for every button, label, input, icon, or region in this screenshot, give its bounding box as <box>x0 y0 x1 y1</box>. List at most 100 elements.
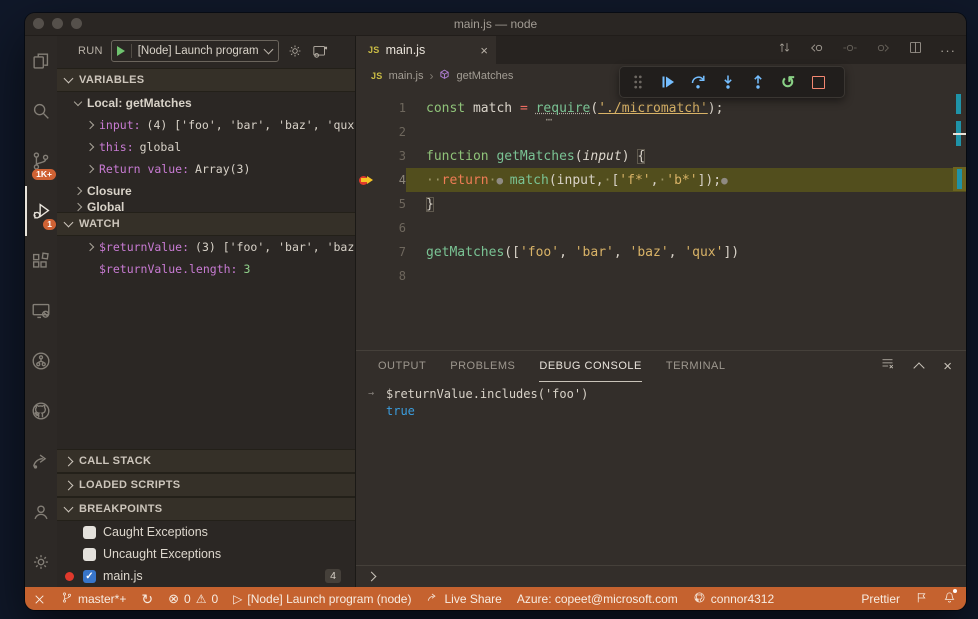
prettier-item[interactable]: Prettier <box>861 592 900 606</box>
feedback-item[interactable] <box>915 591 928 607</box>
breakpoint-row-caught-exceptions[interactable]: Caught Exceptions <box>57 521 355 543</box>
settings-gear-icon[interactable] <box>25 537 57 587</box>
continue-button[interactable] <box>656 70 680 94</box>
step-over-button[interactable] <box>686 70 710 94</box>
code-line-8[interactable]: 8 <box>356 264 966 288</box>
debug-launch-item[interactable]: ▷ [Node] Launch program (node) <box>233 592 411 606</box>
variable-row[interactable]: $returnValue.length: 3 <box>57 258 355 280</box>
breakpoint-gutter[interactable] <box>356 144 378 168</box>
breakpoint-gutter[interactable] <box>356 264 378 288</box>
code-line-2[interactable]: 2 <box>356 120 966 144</box>
variables-header-label: VARIABLES <box>79 74 145 86</box>
checkbox-unchecked[interactable] <box>83 525 96 539</box>
checkbox-unchecked[interactable] <box>83 547 96 561</box>
pull-requests-icon[interactable] <box>25 336 57 386</box>
code-editor[interactable]: 1const match = require('./micromatch');2… <box>356 88 966 350</box>
console-prompt-icon <box>366 571 377 582</box>
scope-row[interactable]: Closure <box>57 180 355 202</box>
search-icon[interactable] <box>25 86 57 136</box>
launch-config-dropdown[interactable]: [Node] Launch program <box>110 40 279 62</box>
call-stack-section-header[interactable]: CALL STACK <box>57 449 355 473</box>
variables-rows: Local: getMatches input: (4) ['foo', 'bar… <box>57 92 355 212</box>
ruler-mark <box>956 94 961 114</box>
stop-button[interactable] <box>806 70 830 94</box>
close-tab-icon[interactable]: × <box>480 44 488 57</box>
variable-row[interactable]: input: (4) ['foo', 'bar', 'baz', 'qux'] <box>57 114 355 136</box>
scope-row[interactable]: Local: getMatches <box>57 92 355 114</box>
variables-section-header[interactable]: VARIABLES <box>57 68 355 92</box>
editor-group: JS main.js × ··· ↺ JS main.js › getMatch… <box>356 36 966 587</box>
breakpoint-gutter[interactable] <box>356 216 378 240</box>
current-statement-breakpoint-icon[interactable] <box>356 168 378 192</box>
debug-toolbar[interactable]: ↺ <box>619 66 845 98</box>
step-back-icon[interactable] <box>809 40 825 61</box>
tab-output[interactable]: OUTPUT <box>378 351 426 382</box>
tab-debug-console[interactable]: DEBUG CONSOLE <box>539 351 642 382</box>
checkbox-checked[interactable]: ✓ <box>83 569 96 583</box>
code-line-3[interactable]: 3 function getMatches(input) { <box>356 144 966 168</box>
problems-item[interactable]: ⊗ 0 ⚠ 0 <box>168 591 218 607</box>
drag-grip-icon[interactable] <box>626 70 650 94</box>
github-user-item[interactable]: connor4312 <box>693 591 774 607</box>
variable-row[interactable]: Return value: Array(3) <box>57 158 355 180</box>
live-share-icon[interactable] <box>25 436 57 486</box>
code-line-1[interactable]: 1const match = require('./micromatch'); <box>356 96 966 126</box>
javascript-file-icon: JS <box>371 71 383 81</box>
more-actions-icon[interactable]: ··· <box>940 43 956 58</box>
debug-console-input[interactable] <box>356 565 966 587</box>
remote-explorer-icon[interactable] <box>25 286 57 336</box>
github-icon[interactable] <box>25 386 57 436</box>
breakpoint-row-main-js[interactable]: ✓ main.js 4 <box>57 565 355 587</box>
extensions-icon[interactable] <box>25 236 57 286</box>
code-line-6[interactable]: 6 <box>356 216 966 240</box>
step-forward-icon[interactable] <box>875 40 891 61</box>
scope-row[interactable]: Global <box>57 202 355 212</box>
code-token: , <box>650 172 659 188</box>
breakpoint-gutter[interactable] <box>356 192 378 216</box>
maximize-panel-icon[interactable] <box>913 361 925 374</box>
breakpoint-gutter[interactable] <box>356 240 378 264</box>
close-panel-icon[interactable]: × <box>943 359 952 374</box>
open-debug-console-icon[interactable] <box>311 43 328 60</box>
variable-row[interactable]: $returnValue: (3) ['foo', 'bar', 'baz'] <box>57 236 355 258</box>
breadcrumb-symbol[interactable]: getMatches <box>456 70 513 82</box>
variable-row[interactable]: this: global <box>57 136 355 158</box>
overview-ruler[interactable] <box>953 88 966 350</box>
step-into-button[interactable] <box>716 70 740 94</box>
restart-button[interactable]: ↺ <box>776 70 800 94</box>
loaded-scripts-section-header[interactable]: LOADED SCRIPTS <box>57 473 355 497</box>
breakpoints-section-header[interactable]: BREAKPOINTS <box>57 497 355 521</box>
breadcrumb-file[interactable]: main.js <box>389 70 424 82</box>
explorer-icon[interactable] <box>25 36 57 86</box>
remote-indicator[interactable] <box>33 593 46 606</box>
debug-console-output[interactable]: → $returnValue.includes('foo') true <box>356 381 966 565</box>
configure-gear-icon[interactable] <box>287 43 303 59</box>
azure-account-item[interactable]: Azure: copeet@microsoft.com <box>517 592 678 606</box>
title-bar[interactable]: main.js — node <box>25 13 966 36</box>
breakpoint-row-uncaught-exceptions[interactable]: Uncaught Exceptions <box>57 543 355 565</box>
tab-main-js[interactable]: JS main.js × <box>356 36 496 64</box>
watch-section-header[interactable]: WATCH <box>57 212 355 236</box>
reverse-continue-icon[interactable] <box>842 40 858 61</box>
run-and-debug-icon[interactable]: 1 <box>25 186 57 236</box>
start-debug-icon[interactable] <box>116 46 125 56</box>
step-out-button[interactable] <box>746 70 770 94</box>
split-editor-icon[interactable] <box>908 40 923 60</box>
code-line-4[interactable]: 4 ·· return · ● match(input, ·['f*', ·'b*']); ● <box>356 168 966 192</box>
sync-changes-item[interactable]: ↻ <box>141 591 153 608</box>
tab-terminal[interactable]: TERMINAL <box>666 351 726 382</box>
live-share-item[interactable]: Live Share <box>426 591 502 607</box>
code-line-5[interactable]: 5} <box>356 192 966 216</box>
notifications-item[interactable] <box>943 589 957 607</box>
source-control-icon[interactable]: 1K+ <box>25 136 57 186</box>
window-title: main.js — node <box>453 17 538 31</box>
breakpoint-gutter[interactable] <box>356 96 378 120</box>
clear-console-icon[interactable] <box>880 356 895 376</box>
git-branch-item[interactable]: master*+ <box>61 591 126 607</box>
open-changes-icon[interactable] <box>777 40 792 60</box>
accounts-icon[interactable] <box>25 487 57 537</box>
breakpoint-gutter[interactable] <box>356 120 378 144</box>
chevron-icon <box>85 242 95 252</box>
code-line-7[interactable]: 7 getMatches(['foo', 'bar', 'baz', 'qux']… <box>356 240 966 264</box>
tab-problems[interactable]: PROBLEMS <box>450 351 515 382</box>
